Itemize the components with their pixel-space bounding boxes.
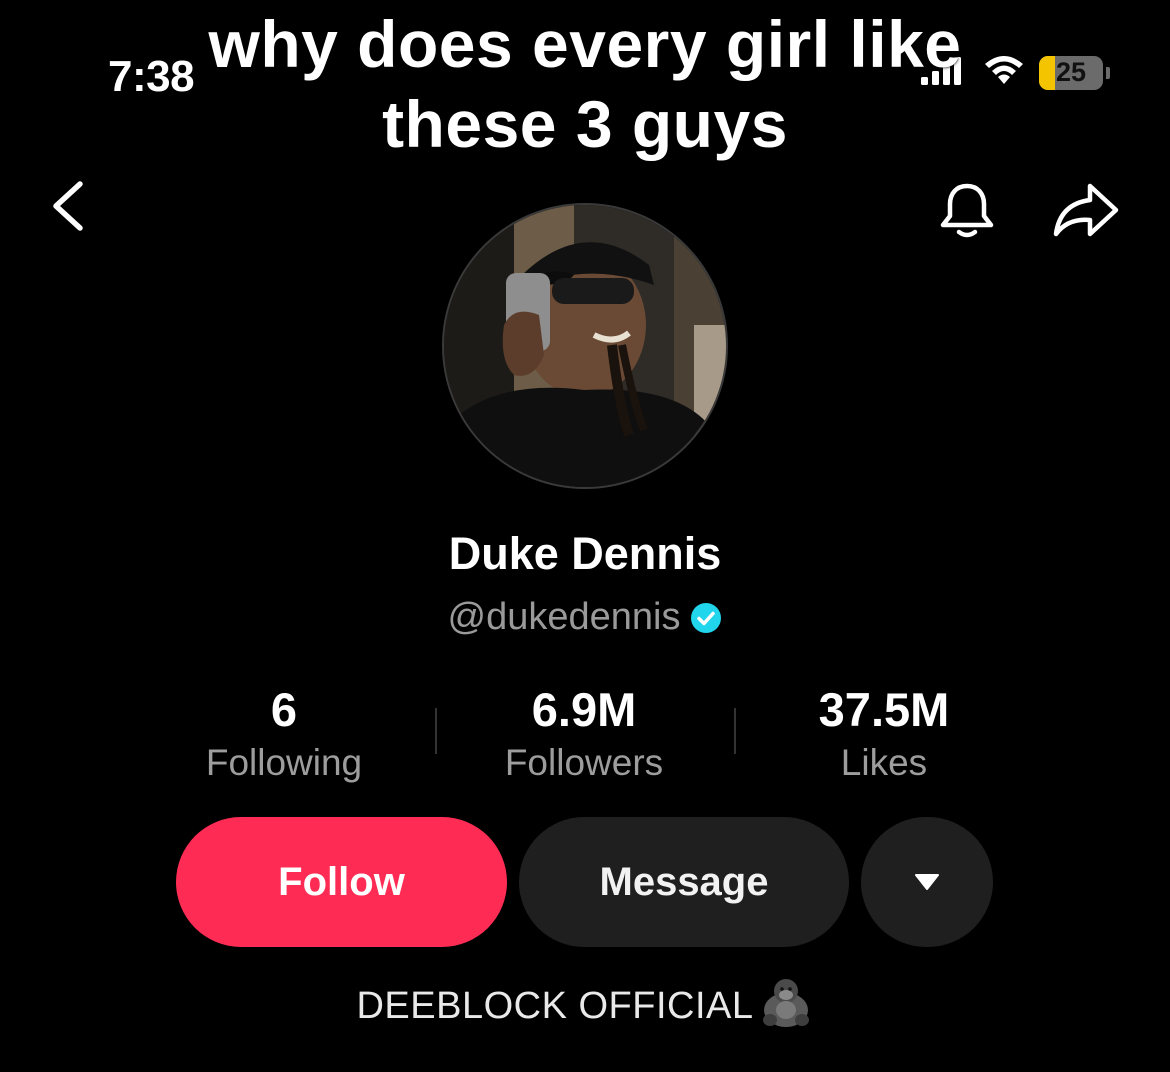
overlay-caption: why does every girl like these 3 guys [0, 4, 1170, 164]
bio-text: DEEBLOCK OFFICIAL [356, 985, 754, 1027]
stat-following[interactable]: 6 Following [154, 682, 414, 786]
follow-button[interactable]: Follow [176, 817, 507, 947]
back-button[interactable] [44, 178, 94, 234]
stat-likes[interactable]: 37.5M Likes [754, 682, 1014, 786]
dropdown-caret-icon [915, 874, 939, 890]
stat-followers[interactable]: 6.9M Followers [454, 682, 714, 786]
gorilla-icon [758, 976, 814, 1038]
stat-divider [734, 708, 736, 754]
share-icon [1053, 183, 1119, 237]
caption-line-2: these 3 guys [382, 87, 788, 161]
share-button[interactable] [1050, 180, 1122, 242]
more-options-button[interactable] [861, 817, 993, 947]
stat-divider [435, 708, 437, 754]
stat-value: 6 [270, 683, 298, 736]
stat-value: 37.5M [818, 683, 950, 736]
stat-label: Likes [840, 742, 928, 783]
profile-avatar[interactable] [442, 203, 728, 489]
stat-label: Following [205, 742, 363, 783]
profile-display-name: Duke Dennis [448, 528, 722, 579]
notification-bell-button[interactable] [936, 180, 998, 242]
stat-value: 6.9M [531, 683, 637, 736]
avatar-photo [444, 205, 726, 487]
message-button[interactable]: Message [519, 817, 849, 947]
caption-line-1: why does every girl like [208, 7, 962, 81]
back-chevron-icon [53, 181, 83, 231]
profile-bio: DEEBLOCK OFFICIAL [0, 976, 1170, 1038]
profile-handle: @dukedennis [447, 596, 681, 638]
handle-row: @dukedennis [0, 596, 1170, 639]
bell-icon [940, 183, 994, 238]
verified-badge-icon [691, 602, 722, 633]
stat-label: Followers [504, 742, 664, 783]
